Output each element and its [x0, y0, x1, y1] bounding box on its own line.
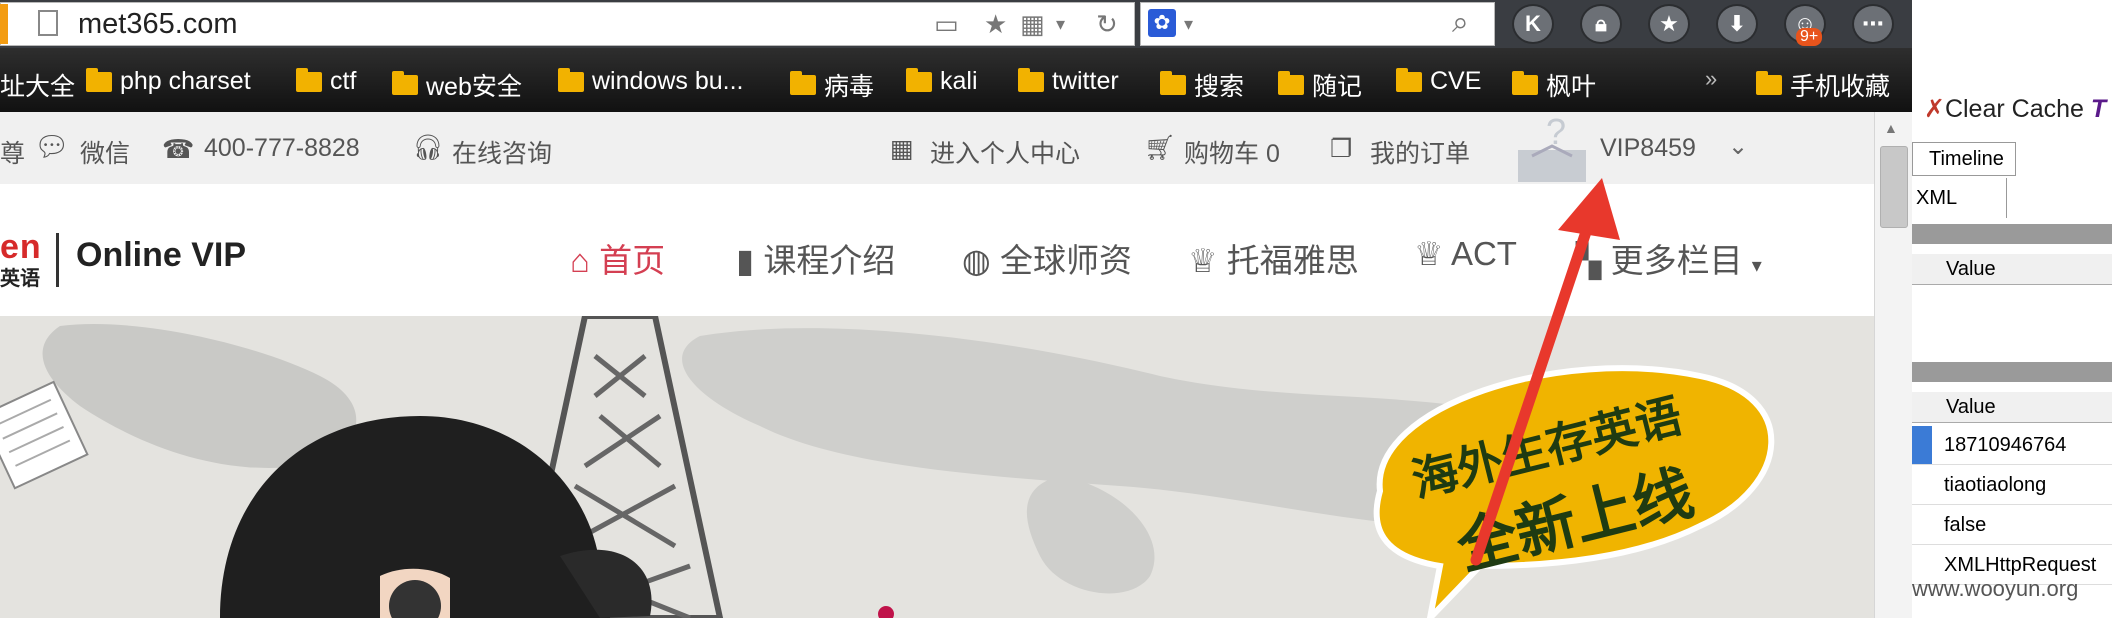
folder-icon — [392, 71, 418, 95]
page-icon — [38, 10, 58, 36]
folder-icon — [86, 67, 112, 92]
globe-icon: ◍ — [962, 242, 991, 279]
folder-icon — [790, 71, 816, 95]
baidu-paw-icon[interactable]: ✿ — [1148, 9, 1176, 37]
notification-badge: 9+ — [1796, 28, 1823, 46]
table-row[interactable]: tiaotiaolong — [1912, 466, 2112, 505]
broom-icon: ✗ — [1924, 95, 1945, 123]
scroll-up-arrow-icon[interactable]: ▲ — [1884, 120, 1898, 136]
username-vip[interactable]: VIP8459 — [1600, 134, 1696, 163]
url-text[interactable]: met365.com — [78, 8, 238, 41]
tab-favicon — [0, 4, 8, 44]
folder-icon — [1160, 71, 1186, 95]
table-header: Value — [1912, 254, 2112, 285]
online-consult-link[interactable]: 在线咨询 — [452, 134, 552, 170]
favorite-star-icon[interactable]: ★ — [984, 10, 1007, 38]
orders-icon: ❐ — [1330, 135, 1353, 163]
more-icon[interactable]: ⋯ — [1852, 4, 1894, 44]
annotation-arrow — [1470, 178, 1620, 566]
caret-down-icon: ▾ — [1751, 255, 1762, 277]
bookmark-item[interactable]: twitter — [1018, 67, 1119, 96]
chevron-down-icon[interactable]: ▾ — [1056, 10, 1065, 38]
bookmark-item[interactable]: 搜索 — [1160, 67, 1244, 103]
folder-icon — [1278, 71, 1304, 95]
topstrip-partial-text: 尊 — [0, 140, 26, 168]
cart-link[interactable]: 购物车 0 — [1184, 134, 1280, 170]
file-icon: ▮ — [736, 242, 755, 279]
cart-icon: 🛒︎ — [1144, 134, 1176, 162]
table-header: Value — [1912, 392, 2112, 423]
bookmark-item[interactable]: kali — [906, 67, 978, 96]
folder-icon — [1512, 71, 1538, 95]
bookmark-mobile[interactable]: 手机收藏 — [1756, 67, 1890, 103]
watermark: www.wooyun.org — [1912, 576, 2079, 601]
headset-icon: 🎧︎ — [412, 134, 444, 162]
search-icon[interactable]: ⌕ — [1452, 6, 1469, 40]
table-row[interactable]: false — [1912, 506, 2112, 545]
wechat-icon: 💬︎ — [34, 131, 70, 162]
bookmark-item[interactable]: 病毒 — [790, 67, 874, 103]
k-extension-icon[interactable]: K — [1512, 4, 1554, 44]
bookmark-item[interactable]: 随记 — [1278, 67, 1362, 103]
folder-icon — [1756, 71, 1782, 95]
nav-teachers[interactable]: ◍ 全球师资 — [962, 234, 1132, 282]
panel-divider — [1912, 224, 2112, 244]
bookmarks-overflow-button[interactable]: » — [1705, 66, 1717, 92]
folder-icon — [1396, 67, 1422, 92]
table-row[interactable]: 18710946764 — [1912, 426, 2112, 465]
logo-divider — [56, 233, 59, 287]
nav-toefl-ielts[interactable]: ♕ 托福雅思 — [1188, 234, 1359, 282]
bookmark-item[interactable]: php charset — [86, 67, 251, 96]
bookmark-item[interactable]: windows bu... — [558, 67, 743, 96]
personal-center-link[interactable]: 进入个人中心 — [930, 134, 1080, 170]
lock-icon[interactable]: 🔒︎ — [1580, 4, 1622, 44]
download-icon[interactable]: ⬇ — [1716, 4, 1758, 44]
nav-courses[interactable]: ▮ 课程介绍 — [736, 234, 895, 282]
folder-icon — [1018, 67, 1044, 92]
home-icon: ⌂ — [570, 242, 590, 279]
t-tool-icon: T — [2090, 95, 2107, 123]
tab-xml[interactable]: XML — [1912, 178, 2007, 218]
trophy-icon: ♕ — [1188, 242, 1218, 279]
search-box[interactable] — [1140, 2, 1495, 46]
qrcode-icon[interactable]: ▦ — [1020, 10, 1045, 38]
panel-divider — [1912, 362, 2112, 382]
refresh-icon[interactable]: ↻ — [1096, 10, 1118, 38]
logo-product-name: Online VIP — [76, 236, 247, 274]
clear-cache-button[interactable]: ✗Clear Cache T — [1924, 94, 2106, 124]
tab-timeline[interactable]: Timeline — [1912, 142, 2016, 176]
star-icon[interactable]: ★ — [1648, 4, 1690, 44]
folder-icon — [558, 67, 584, 92]
phone-number: 400-777-8828 — [204, 134, 360, 162]
wechat-link[interactable]: 微信 — [80, 134, 130, 170]
bookmark-item[interactable]: 址大全 — [0, 67, 75, 103]
logo-cn-partial: 英语 — [0, 268, 40, 290]
folder-icon — [906, 67, 932, 92]
grid-icon: ▦ — [890, 135, 914, 163]
folder-icon — [296, 67, 322, 92]
search-engine-dropdown-icon[interactable]: ▾ — [1184, 10, 1193, 38]
phone-icon: ☎ — [162, 134, 195, 164]
bookmark-item[interactable]: CVE — [1396, 67, 1481, 96]
svg-text:?: ? — [1546, 116, 1566, 152]
bookmark-item[interactable]: ctf — [296, 67, 356, 96]
chevron-down-icon[interactable]: ⌄ — [1728, 132, 1748, 161]
block-icon[interactable]: ▭ — [934, 10, 959, 38]
nav-home[interactable]: ⌂ 首页 — [570, 234, 665, 282]
bookmark-item[interactable]: web安全 — [392, 67, 522, 103]
bookmark-item[interactable]: 枫叶 — [1512, 67, 1596, 103]
scrollbar-thumb[interactable] — [1880, 146, 1908, 228]
